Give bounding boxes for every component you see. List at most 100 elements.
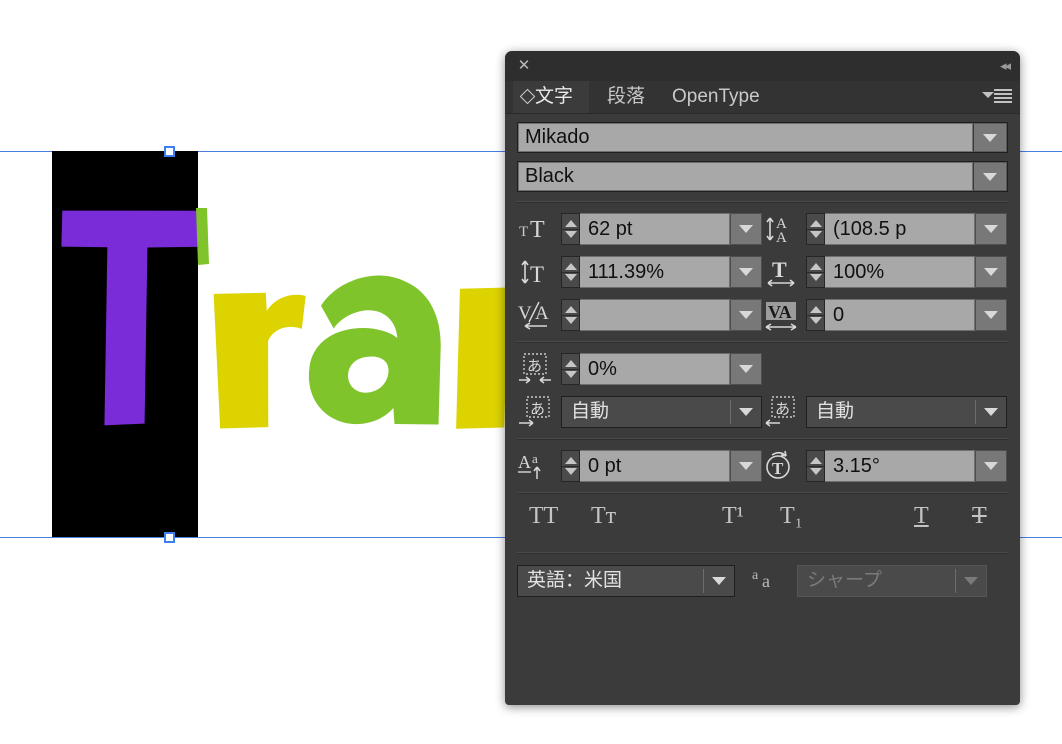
strikethrough-button[interactable]: T xyxy=(972,503,987,539)
vertical-scale-value[interactable]: 111.39% xyxy=(580,256,730,288)
size-leading-row: T T 62 pt A A (108.5 p xyxy=(517,212,1008,246)
svg-text:あ: あ xyxy=(775,400,790,418)
vertical-scale-dropdown-button[interactable] xyxy=(730,256,762,288)
character-rotation-stepper[interactable] xyxy=(806,450,825,482)
chevron-down-icon xyxy=(712,576,726,585)
font-style-value[interactable]: Black xyxy=(518,162,973,191)
selection-handle-top[interactable] xyxy=(164,146,175,157)
chevron-down-icon xyxy=(983,133,997,142)
svg-text:A: A xyxy=(518,452,531,472)
leading-value[interactable]: (108.5 p xyxy=(825,213,975,245)
character-rotation-group[interactable]: T 3.15° xyxy=(762,449,1007,483)
baseline-shift-icon: A a xyxy=(517,449,561,483)
divider xyxy=(517,341,1008,343)
character-rotation-dropdown-button[interactable] xyxy=(975,450,1007,482)
subscript-button[interactable]: T₁ xyxy=(780,503,803,539)
kerning-field-group[interactable]: V A xyxy=(517,298,762,332)
font-size-dropdown-button[interactable] xyxy=(730,213,762,245)
small-caps-button[interactable]: Tᴛ xyxy=(591,503,616,539)
font-size-value[interactable]: 62 pt xyxy=(580,213,730,245)
chevron-down-icon xyxy=(739,408,753,416)
leading-field-group[interactable]: A A (108.5 p xyxy=(762,212,1007,246)
chevron-down-icon xyxy=(964,576,978,585)
letter-t-purple xyxy=(61,210,207,426)
aki-after-icon: あ xyxy=(762,395,806,429)
svg-text:a: a xyxy=(762,571,770,591)
aki-after-group[interactable]: あ 自動 xyxy=(762,395,1007,429)
panel-menu-icon[interactable] xyxy=(980,88,1012,106)
chevron-down-icon xyxy=(739,225,753,233)
tab-paragraph[interactable]: 段落 xyxy=(595,81,657,113)
divider xyxy=(517,438,1008,440)
leading-dropdown-button[interactable] xyxy=(975,213,1007,245)
tsume-dropdown-button[interactable] xyxy=(730,353,762,385)
tracking-value[interactable]: 0 xyxy=(825,299,975,331)
font-size-field-group[interactable]: T T 62 pt xyxy=(517,212,762,246)
tracking-stepper[interactable] xyxy=(806,299,825,331)
artwork-lettering[interactable] xyxy=(0,130,520,460)
tsume-row-empty xyxy=(762,352,1007,386)
chevron-down-icon xyxy=(984,225,998,233)
chevron-down-icon xyxy=(739,462,753,470)
tracking-dropdown-button[interactable] xyxy=(975,299,1007,331)
svg-text:VA: VA xyxy=(768,302,792,322)
vertical-scale-field-group[interactable]: T 111.39% xyxy=(517,255,762,289)
tab-character[interactable]: 文字 xyxy=(513,81,589,113)
double-chevron-left-icon[interactable]: ◂◂ xyxy=(1000,57,1011,74)
font-family-value[interactable]: Mikado xyxy=(518,123,973,152)
svg-text:あ: あ xyxy=(527,357,542,375)
kerning-icon: V A xyxy=(517,298,561,332)
svg-text:a: a xyxy=(752,568,759,583)
aki-before-select[interactable]: 自動 xyxy=(561,396,762,428)
kerning-stepper[interactable] xyxy=(561,299,580,331)
all-caps-button[interactable]: TT xyxy=(529,503,558,539)
tsume-field-group[interactable]: あ 0% xyxy=(517,352,762,386)
underline-button[interactable]: T xyxy=(914,503,929,539)
kerning-dropdown-button[interactable] xyxy=(730,299,762,331)
panel-titlebar: ✕ ◂◂ xyxy=(505,51,1020,81)
chevron-down-icon xyxy=(984,462,998,470)
baseline-shift-stepper[interactable] xyxy=(561,450,580,482)
tab-character-label: 文字 xyxy=(535,86,574,107)
svg-text:A: A xyxy=(535,303,549,324)
aki-before-group[interactable]: あ 自動 xyxy=(517,395,762,429)
kerning-value[interactable] xyxy=(580,299,730,331)
horizontal-scale-dropdown-button[interactable] xyxy=(975,256,1007,288)
aki-after-select[interactable]: 自動 xyxy=(806,396,1007,428)
close-icon[interactable]: ✕ xyxy=(516,58,532,74)
horizontal-scale-stepper[interactable] xyxy=(806,256,825,288)
letter-n-yellow xyxy=(456,287,509,429)
tab-opentype[interactable]: OpenType xyxy=(660,81,772,113)
svg-text:T: T xyxy=(519,224,528,240)
font-size-stepper[interactable] xyxy=(561,213,580,245)
anti-aliasing-select[interactable]: シャープ xyxy=(797,564,987,597)
tsume-value[interactable]: 0% xyxy=(580,353,730,385)
tracking-field-group[interactable]: VA 0 xyxy=(762,298,1007,332)
vertical-scale-stepper[interactable] xyxy=(561,256,580,288)
panel-tab-bar: 文字 段落 OpenType xyxy=(505,81,1020,114)
baseline-shift-value[interactable]: 0 pt xyxy=(580,450,730,482)
baseline-shift-dropdown-button[interactable] xyxy=(730,450,762,482)
letter-a-green xyxy=(308,275,441,425)
aki-before-icon: あ xyxy=(517,395,561,429)
svg-text:T: T xyxy=(530,217,545,243)
diamond-icon xyxy=(519,88,536,105)
font-style-combo[interactable]: Black xyxy=(517,161,1008,192)
chevron-down-icon xyxy=(739,365,753,373)
horizontal-scale-value[interactable]: 100% xyxy=(825,256,975,288)
tsume-stepper[interactable] xyxy=(561,353,580,385)
horizontal-scale-field-group[interactable]: T 100% xyxy=(762,255,1007,289)
baseline-shift-group[interactable]: A a 0 pt xyxy=(517,449,762,483)
leading-stepper[interactable] xyxy=(806,213,825,245)
letter-r-yellow xyxy=(213,292,306,429)
superscript-button[interactable]: T¹ xyxy=(722,503,744,539)
font-style-dropdown-button[interactable] xyxy=(973,162,1007,191)
selection-handle-bottom[interactable] xyxy=(164,532,175,543)
character-panel[interactable]: ✕ ◂◂ 文字 段落 OpenType Mikado Black T T 62 … xyxy=(505,51,1020,705)
language-select[interactable]: 英語：米国 xyxy=(517,564,735,597)
svg-text:a: a xyxy=(532,451,538,466)
font-family-combo[interactable]: Mikado xyxy=(517,122,1008,153)
character-rotation-value[interactable]: 3.15° xyxy=(825,450,975,482)
svg-text:T: T xyxy=(530,262,544,287)
font-family-dropdown-button[interactable] xyxy=(973,123,1007,152)
